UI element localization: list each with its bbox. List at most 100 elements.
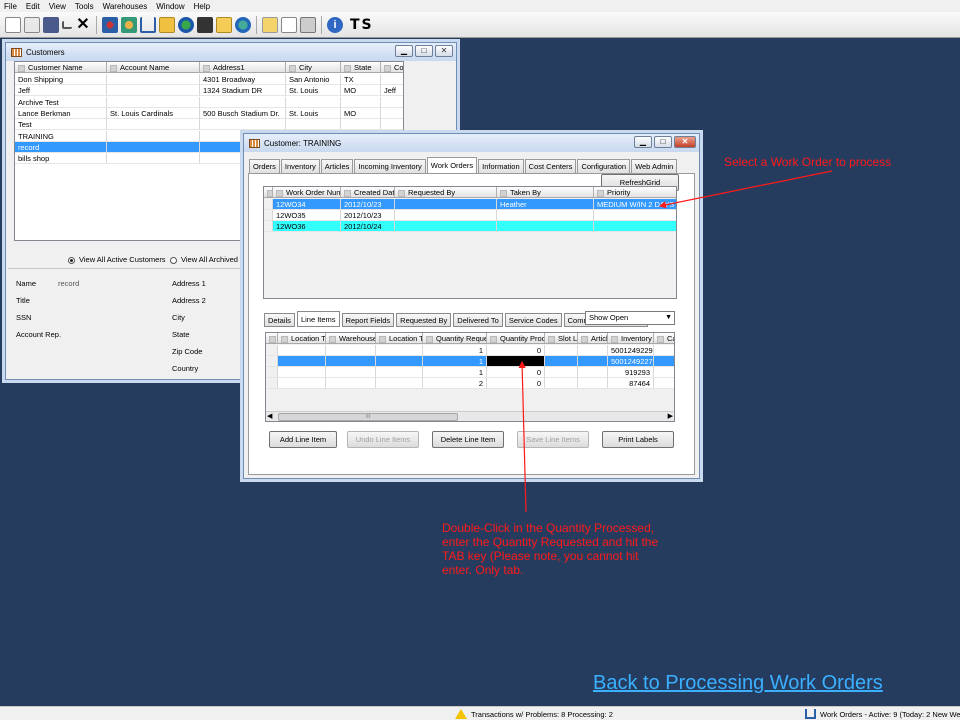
quantity-processed-edit-cell[interactable] — [487, 356, 545, 367]
tab-information[interactable]: Information — [478, 159, 524, 173]
table-cell[interactable]: 4301 Broadway — [200, 74, 286, 85]
column-header[interactable]: Account Name — [107, 62, 200, 73]
table-cell[interactable]: 2 — [423, 378, 487, 389]
table-cell[interactable] — [107, 85, 200, 97]
maximize-button[interactable]: □ — [415, 45, 433, 57]
table-cell[interactable] — [594, 221, 676, 232]
status-transactions[interactable]: Transactions w/ Problems: 8 Processing: … — [455, 708, 613, 720]
column-header[interactable]: Quantity Requested — [423, 333, 487, 344]
column-header[interactable]: Address1 — [200, 62, 286, 73]
table-cell[interactable]: MEDIUM W/IN 2 DAYS — [594, 199, 676, 210]
table-cell[interactable]: 12WO35 — [273, 210, 341, 221]
customers-window-title-bar[interactable]: Customers ▁ □ ✕ — [6, 43, 456, 61]
table-row[interactable]: 12WO34 2012/10/23 Heather MEDIUM W/IN 2 DAY… — [264, 199, 676, 210]
table-cell[interactable]: 12WO36 — [273, 221, 341, 232]
row-selector[interactable] — [264, 210, 273, 221]
add-line-item-button[interactable]: Add Line Item — [269, 431, 337, 448]
table-cell[interactable] — [286, 96, 341, 108]
table-cell[interactable] — [497, 210, 594, 221]
print-icon[interactable] — [300, 16, 316, 33]
column-header[interactable]: State — [341, 62, 381, 73]
table-row[interactable]: 1 0 919293 — [266, 367, 674, 378]
tab-configuration[interactable]: Configuration — [577, 159, 631, 173]
column-header[interactable]: Article # — [578, 333, 608, 344]
table-cell[interactable]: 2012/10/23 — [341, 210, 395, 221]
table-row[interactable]: 2 0 87464 — [266, 378, 674, 389]
table-cell[interactable]: 1 — [423, 345, 487, 356]
table-cell[interactable]: 1324 Stadium DR — [200, 85, 286, 97]
row-selector[interactable] — [264, 199, 273, 210]
table-row[interactable]: 12WO36 2012/10/24 — [264, 221, 676, 232]
tab-articles[interactable]: Articles — [320, 159, 354, 173]
new-document-icon[interactable] — [5, 16, 21, 33]
table-row[interactable]: Don Shipping 4301 Broadway San Antonio TX — [15, 74, 403, 85]
table-cell[interactable] — [107, 153, 200, 165]
table-cell[interactable] — [654, 356, 674, 367]
table-cell[interactable] — [376, 378, 423, 389]
table-cell[interactable]: 5001249229 — [608, 345, 654, 356]
menu-edit[interactable]: Edit — [26, 2, 40, 11]
status-work-orders[interactable]: Work Orders - Active: 9 (Today: 2 New We… — [805, 708, 960, 720]
folder-icon[interactable] — [159, 16, 175, 33]
table-cell[interactable]: MO — [341, 85, 381, 97]
table-cell[interactable] — [395, 210, 497, 221]
training-window-title-bar[interactable]: Customer: TRAINING ▁ □ ✕ — [244, 134, 699, 152]
minimize-button[interactable]: ▁ — [634, 136, 652, 148]
table-cell[interactable] — [381, 108, 403, 119]
column-header[interactable]: Work Order Number — [273, 187, 341, 198]
column-header[interactable]: Slot Label — [545, 333, 578, 344]
table-cell[interactable]: Don Shipping — [15, 74, 107, 85]
table-cell[interactable]: 0 — [487, 378, 545, 389]
table-cell[interactable]: Archive Test — [15, 96, 107, 108]
table-cell[interactable] — [107, 96, 200, 108]
table-cell[interactable] — [381, 74, 403, 85]
table-row[interactable]: Lance Berkman St. Louis Cardinals 500 Busc… — [15, 107, 403, 119]
edit-icon[interactable] — [262, 16, 278, 33]
horizontal-scrollbar[interactable]: ◀ III ▶ — [266, 411, 674, 421]
column-header[interactable]: Quantity Processed — [487, 333, 545, 344]
close-button[interactable]: ✕ — [435, 45, 453, 57]
table-cell[interactable]: record — [15, 141, 107, 153]
column-header[interactable]: Taken By — [497, 187, 594, 198]
network-icon[interactable] — [197, 16, 213, 33]
subtab-details[interactable]: Details — [264, 313, 295, 327]
save-line-items-button[interactable]: Save Line Items — [517, 431, 589, 448]
scroll-thumb[interactable]: III — [278, 413, 458, 421]
close-button[interactable]: ✕ — [674, 136, 696, 148]
table-cell[interactable] — [326, 345, 376, 356]
table-cell[interactable]: St. Louis — [286, 85, 341, 97]
row-selector[interactable] — [266, 378, 278, 389]
globe-icon[interactable] — [178, 16, 194, 33]
table-cell[interactable] — [395, 199, 497, 210]
table-cell[interactable] — [278, 367, 326, 378]
table-row[interactable]: 1 0 5001249229 — [266, 345, 674, 356]
menu-warehouses[interactable]: Warehouses — [103, 2, 148, 11]
column-header[interactable]: Location Tag — [376, 333, 423, 344]
table-cell[interactable] — [654, 367, 674, 378]
table-row[interactable]: Jeff 1324 Stadium DR St. Louis MO Jeff — [15, 85, 403, 97]
world-icon[interactable] — [235, 16, 251, 33]
menu-file[interactable]: File — [4, 2, 17, 11]
table-cell[interactable] — [278, 356, 326, 367]
table-cell[interactable] — [376, 367, 423, 378]
table-cell[interactable]: bills shop — [15, 153, 107, 165]
table-cell[interactable] — [578, 356, 608, 367]
table-cell[interactable]: 2012/10/23 — [341, 199, 395, 210]
table-cell[interactable]: San Antonio — [286, 74, 341, 85]
tab-cost-centers[interactable]: Cost Centers — [524, 159, 577, 173]
print-labels-button[interactable]: Print Labels — [602, 431, 674, 448]
table-cell[interactable] — [326, 378, 376, 389]
table-cell[interactable]: St. Louis — [286, 107, 341, 119]
tab-inventory[interactable]: Inventory — [280, 159, 320, 173]
table-cell[interactable] — [341, 96, 381, 108]
table-row[interactable]: 12WO35 2012/10/23 — [264, 210, 676, 221]
column-header[interactable]: Customer Name — [15, 62, 107, 73]
save-icon[interactable] — [43, 16, 59, 33]
menu-help[interactable]: Help — [194, 2, 210, 11]
column-header[interactable]: Warehouse Code — [326, 333, 376, 344]
table-cell[interactable]: Lance Berkman — [15, 107, 107, 119]
row-selector[interactable] — [266, 367, 278, 378]
table-cell[interactable] — [107, 141, 200, 153]
table-cell[interactable] — [326, 356, 376, 367]
delete-x-icon[interactable]: ✕ — [75, 16, 91, 33]
